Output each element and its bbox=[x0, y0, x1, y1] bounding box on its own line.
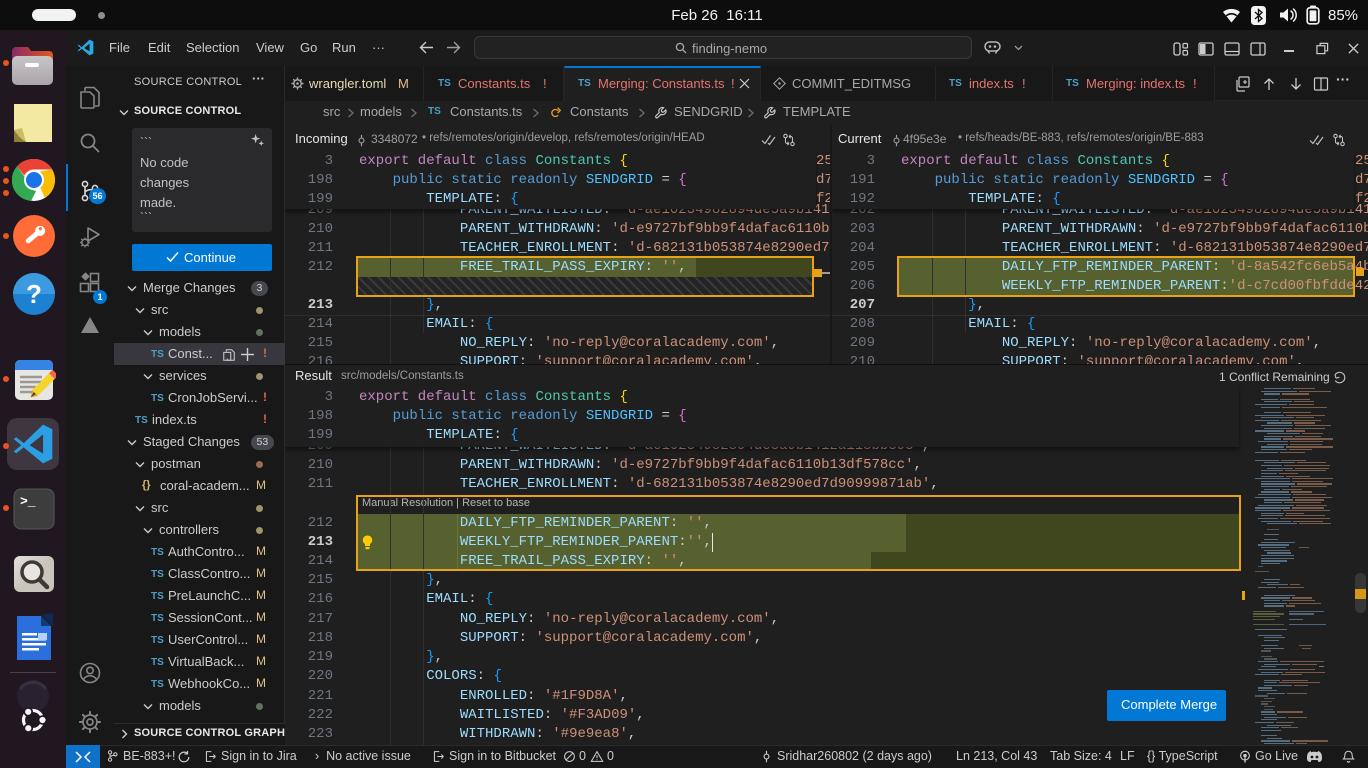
svg-text:>_: >_ bbox=[20, 494, 36, 509]
svg-text:?: ? bbox=[26, 279, 42, 309]
